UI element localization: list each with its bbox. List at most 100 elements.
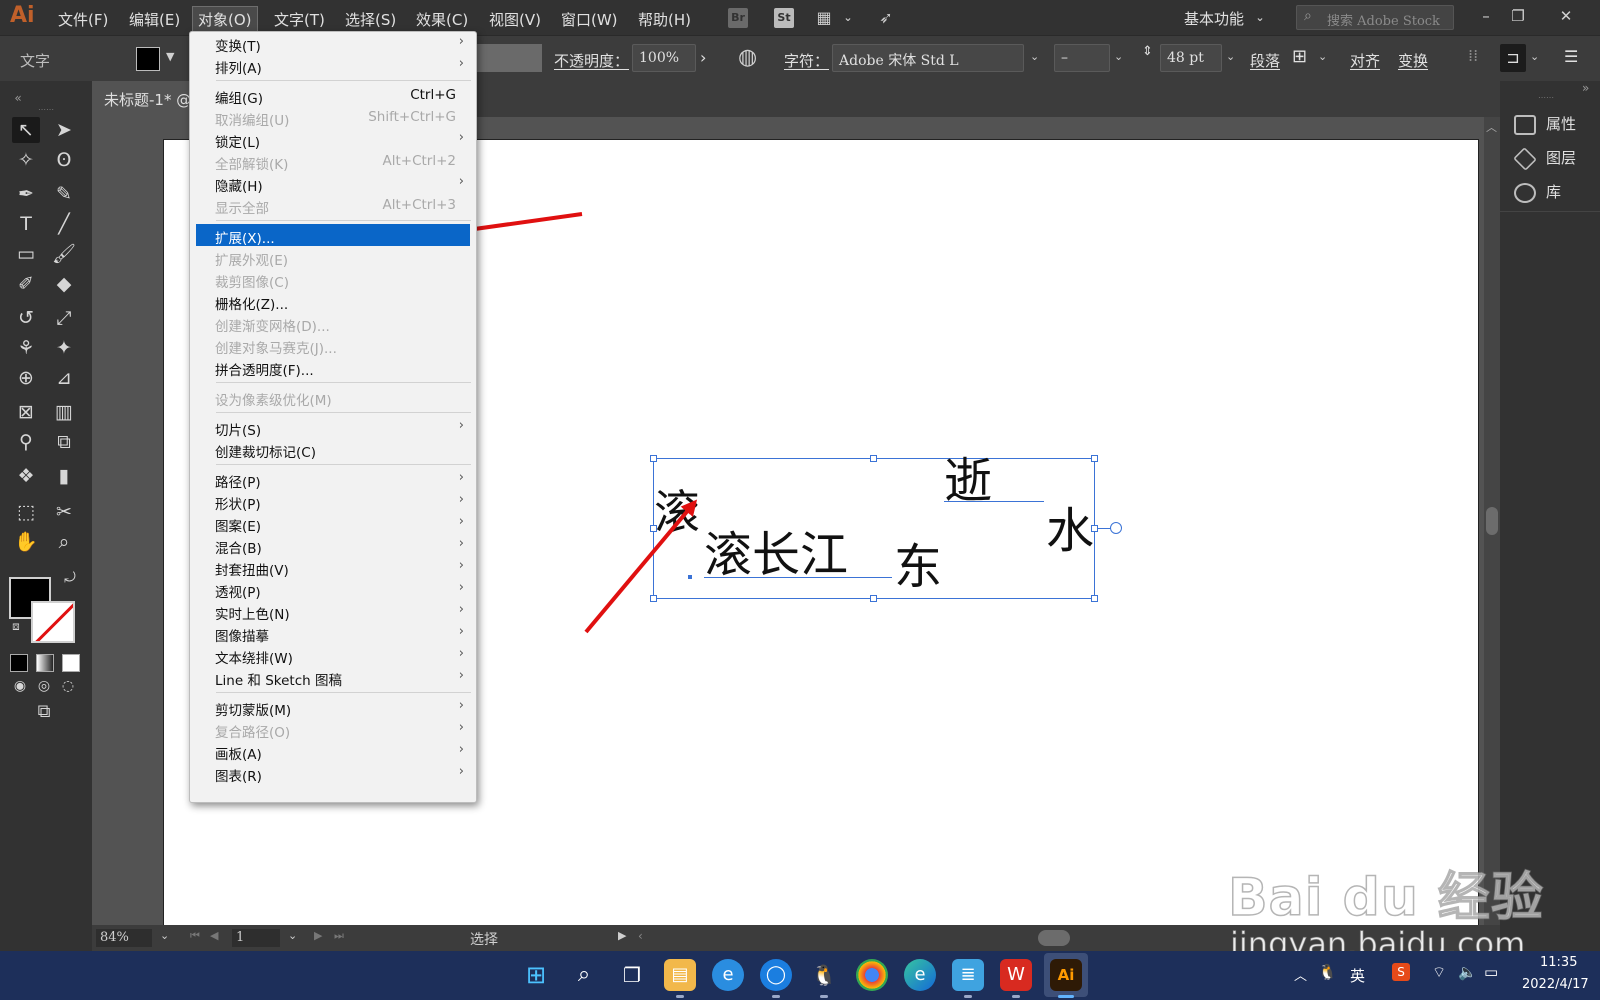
warp-tool-icon[interactable]: ⚘ [12, 335, 40, 361]
scroll-thumb[interactable] [1486, 507, 1498, 535]
selection-handle[interactable] [870, 595, 877, 602]
color-mode-icon[interactable] [10, 654, 28, 672]
direct-selection-tool-icon[interactable]: ➤ [50, 117, 78, 143]
properties-panel-button[interactable]: 属性 [1514, 113, 1576, 135]
selection-handle[interactable] [650, 595, 657, 602]
ie-browser-icon[interactable]: e [712, 959, 744, 991]
dock-grip-icon[interactable]: ⋯⋯ [1538, 93, 1554, 102]
status-menu-icon[interactable]: ▶ [618, 929, 626, 942]
menu-item-artboards[interactable]: 画板(A) › [196, 740, 470, 763]
sogou-ime-icon[interactable]: S [1392, 963, 1410, 981]
menu-item-flatten-transparency[interactable]: 拼合透明度(F)... [196, 356, 470, 379]
grid-icon[interactable]: ⁞⁞ [1468, 46, 1478, 65]
eraser-tool-icon[interactable]: ◆ [50, 271, 78, 297]
menu-item-clipping-mask[interactable]: 剪切蒙版(M) › [196, 696, 470, 719]
magic-wand-tool-icon[interactable]: ✧ [12, 147, 40, 173]
vertical-scrollbar[interactable]: ︿ [1484, 117, 1500, 925]
task-view-icon[interactable]: ❐ [616, 959, 648, 991]
battery-icon[interactable]: ▭ [1484, 963, 1498, 981]
curvature-tool-icon[interactable]: ✎ [50, 181, 78, 207]
puppet-warp-tool-icon[interactable]: ✦ [50, 335, 78, 361]
search-icon[interactable]: ⌕ [568, 959, 600, 991]
input-method-indicator[interactable]: 英 [1350, 965, 1365, 986]
mesh-tool-icon[interactable]: ⊠ [12, 399, 40, 425]
font-family-chevron-icon[interactable]: ⌄ [1030, 50, 1039, 63]
volume-icon[interactable]: 🔈 [1458, 963, 1477, 981]
qq-tray-icon[interactable]: 🐧 [1318, 963, 1337, 981]
menu-item-text-wrap[interactable]: 文本绕排(W) › [196, 644, 470, 667]
font-style-chevron-icon[interactable]: ⌄ [1114, 50, 1123, 63]
menu-item-blend[interactable]: 混合(B) › [196, 534, 470, 557]
menu-file[interactable]: 文件(F) [58, 9, 108, 30]
shape-builder-tool-icon[interactable]: ⊕ [12, 365, 40, 391]
fill-color-swatch[interactable] [136, 47, 160, 71]
stroke-swatch[interactable] [31, 601, 75, 643]
text-wrap-chevron-icon[interactable]: ⌄ [1530, 50, 1539, 63]
workspace-switcher[interactable]: 基本功能 [1184, 8, 1244, 29]
artboard-tool-icon[interactable]: ⬚ [12, 499, 40, 525]
path-type-out-port[interactable] [1110, 522, 1122, 534]
menu-item-line-and-sketch[interactable]: Line 和 Sketch 图稿 › [196, 666, 470, 689]
arrange-documents-icon[interactable]: ▦ [814, 8, 834, 28]
selection-tool-icon[interactable]: ↖ [12, 117, 40, 143]
scroll-left-icon[interactable]: ‹ [638, 929, 643, 943]
menu-item-graph[interactable]: 图表(R) › [196, 762, 470, 785]
column-graph-tool-icon[interactable]: ▮ [50, 463, 78, 489]
paragraph-label[interactable]: 段落 [1250, 50, 1280, 71]
menu-item-hide[interactable]: 隐藏(H) › [196, 172, 470, 195]
draw-inside-icon[interactable]: ◌ [54, 673, 82, 699]
recolor-icon[interactable]: ◍ [738, 45, 757, 70]
collapse-dock-icon[interactable]: » [1582, 81, 1589, 95]
scroll-up-icon[interactable]: ︿ [1486, 119, 1497, 135]
messaging-app-icon[interactable]: ◯ [760, 959, 792, 991]
align-label[interactable]: 对齐 [1350, 50, 1380, 71]
menu-item-perspective[interactable]: 透视(P) › [196, 578, 470, 601]
panel-menu-icon[interactable]: ☰ [1564, 47, 1578, 66]
menu-window[interactable]: 窗口(W) [561, 9, 618, 30]
pen-tool-icon[interactable]: ✒ [12, 181, 40, 207]
wifi-icon[interactable]: ⌔ [1432, 963, 1446, 982]
menu-object[interactable]: 对象(O) [192, 6, 258, 33]
edge-icon[interactable]: e [904, 959, 936, 991]
menu-view[interactable]: 视图(V) [489, 9, 541, 30]
artboard-chevron-icon[interactable]: ⌄ [288, 929, 297, 942]
blend-tool-icon[interactable]: ⧉ [50, 429, 78, 455]
gpu-performance-icon[interactable]: ➶ [876, 8, 896, 28]
font-size-chevron-icon[interactable]: ⌄ [1226, 50, 1235, 63]
opacity-input[interactable]: 100% [632, 44, 696, 72]
gradient-mode-icon[interactable] [36, 654, 54, 672]
file-explorer-icon[interactable]: ▤ [664, 959, 696, 991]
menu-item-envelope-distort[interactable]: 封套扭曲(V) › [196, 556, 470, 579]
stock-search-input[interactable]: ⌕ 搜索 Adobe Stock [1296, 5, 1454, 30]
artboard-number-input[interactable]: 1 [232, 929, 280, 947]
paragraph-chevron-icon[interactable]: ⌄ [1318, 50, 1327, 63]
bridge-icon[interactable]: Br [728, 8, 748, 28]
font-size-input[interactable]: 48 pt [1160, 44, 1222, 72]
qq-icon[interactable]: 🐧 [808, 959, 840, 991]
opacity-label[interactable]: 不透明度： [554, 50, 629, 71]
default-fill-stroke-icon[interactable]: ⧈ [2, 613, 30, 639]
font-size-stepper-icon[interactable]: ⇕ [1142, 44, 1153, 59]
chevron-down-icon[interactable]: ⌄ [838, 8, 858, 28]
rectangle-tool-icon[interactable]: ▭ [12, 241, 40, 267]
tray-overflow-icon[interactable]: ︿ [1294, 965, 1307, 984]
menu-item-group[interactable]: 编组(G) Ctrl+G [196, 84, 470, 107]
slice-tool-icon[interactable]: ✂ [50, 499, 78, 525]
menu-item-live-paint[interactable]: 实时上色(N) › [196, 600, 470, 623]
font-family-select[interactable]: Adobe 宋体 Std L [832, 44, 1024, 72]
menu-item-pattern[interactable]: 图案(E) › [196, 512, 470, 535]
scale-tool-icon[interactable]: ⤢ [50, 305, 78, 331]
selection-handle[interactable] [1091, 455, 1098, 462]
menu-type[interactable]: 文字(T) [274, 9, 325, 30]
shaper-tool-icon[interactable]: ✐ [12, 271, 40, 297]
layers-panel-button[interactable]: 图层 [1513, 146, 1576, 171]
selection-handle[interactable] [870, 455, 877, 462]
menu-item-slice[interactable]: 切片(S) › [196, 416, 470, 439]
font-style-select[interactable]: – [1054, 44, 1110, 72]
menu-item-arrange[interactable]: 排列(A) › [196, 54, 470, 77]
line-tool-icon[interactable]: ╱ [50, 211, 78, 237]
libraries-panel-button[interactable]: 库 [1514, 181, 1561, 203]
selection-handle[interactable] [650, 455, 657, 462]
paragraph-align-icon[interactable]: ⊞ [1292, 46, 1307, 67]
menu-help[interactable]: 帮助(H) [638, 9, 691, 30]
